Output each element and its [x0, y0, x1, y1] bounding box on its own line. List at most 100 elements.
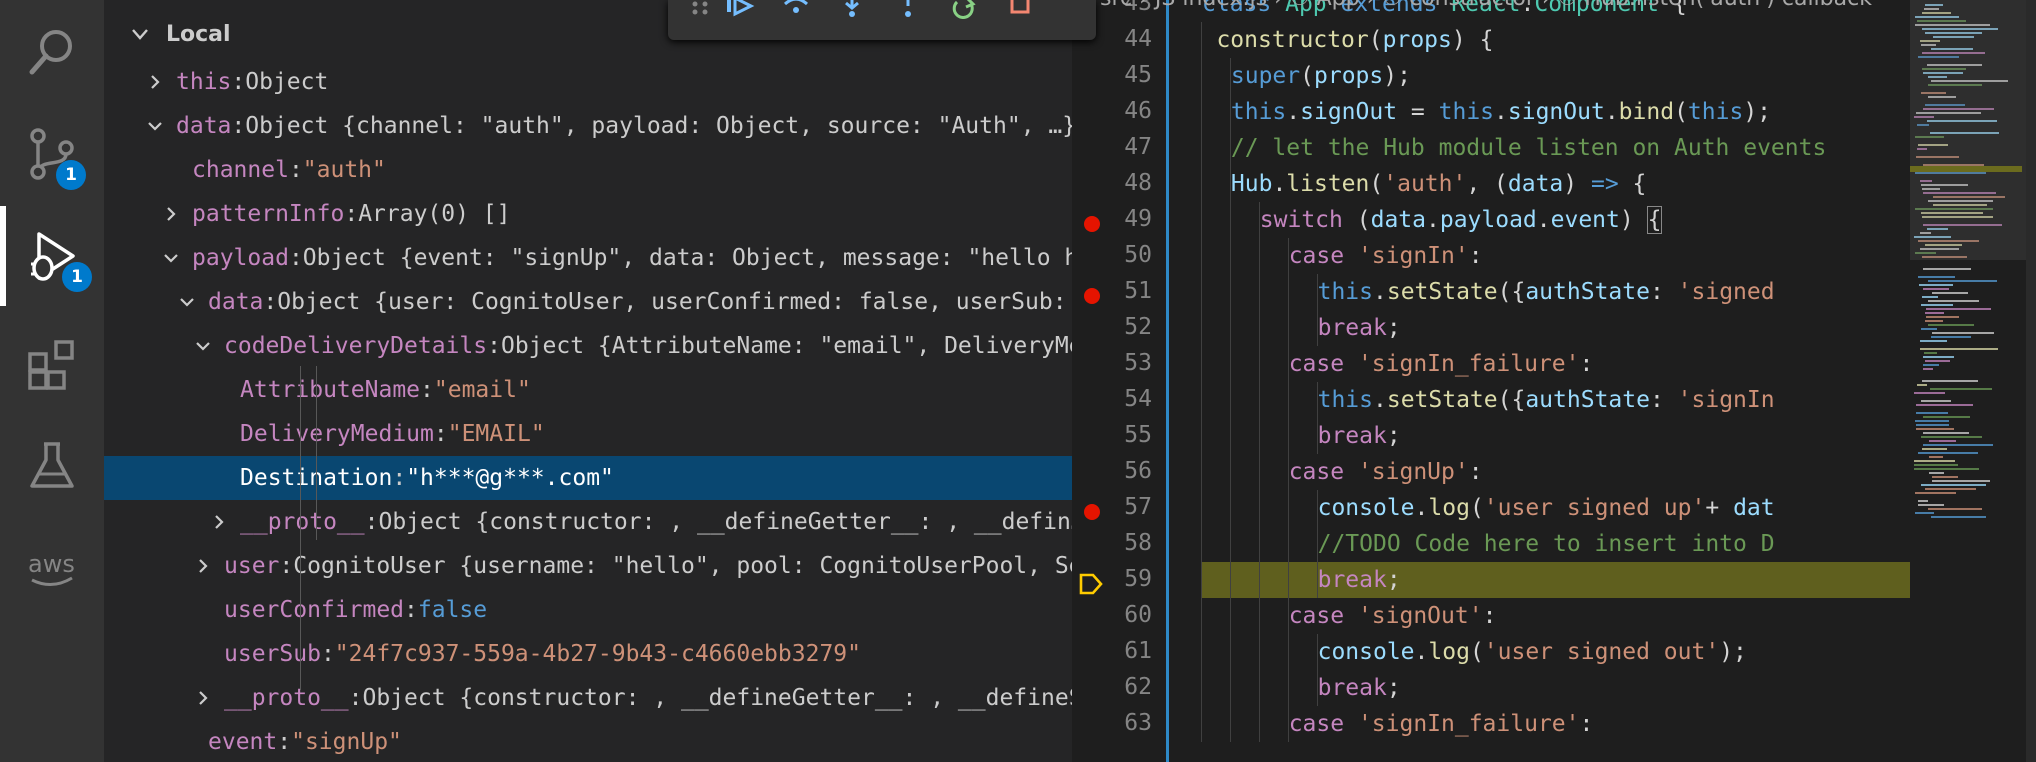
breakpoint-icon[interactable] — [1084, 288, 1100, 304]
code-line[interactable]: console.log('user signed out'); — [1202, 634, 1747, 670]
testing-activity[interactable] — [0, 416, 104, 516]
variable-row[interactable]: payload: Object {event: "signUp", data: … — [104, 236, 1072, 280]
code-token: : — [1579, 351, 1594, 377]
minimap-code-line — [1915, 492, 1956, 494]
minimap[interactable] — [1910, 0, 2036, 762]
minimap-code-line — [1921, 328, 1937, 330]
chevron-down-icon[interactable] — [178, 293, 196, 311]
variable-name: AttributeName — [240, 377, 421, 403]
code-line[interactable]: break; — [1202, 670, 1401, 706]
chevron-right-icon[interactable] — [210, 513, 228, 531]
code-token: ); — [1719, 639, 1747, 665]
code-line[interactable]: console.log('user signed up'+ dat — [1202, 490, 1775, 526]
code-line[interactable]: break; — [1202, 562, 1401, 598]
code-line[interactable]: this.setState({authState: 'signIn — [1202, 382, 1775, 418]
code-line[interactable]: switch (data.payload.event) { — [1202, 202, 1663, 238]
variable-row[interactable]: data: Object {user: CognitoUser, userCon… — [104, 280, 1072, 324]
code-line[interactable]: // let the Hub module listen on Auth eve… — [1202, 130, 1826, 166]
variable-row[interactable]: patternInfo: Array(0) [] — [104, 192, 1072, 236]
minimap-code-line — [1923, 444, 1993, 446]
code-line[interactable]: this.signOut = this.signOut.bind(this); — [1202, 94, 1771, 130]
variable-row[interactable]: codeDeliveryDetails: Object {AttributeNa… — [104, 324, 1072, 368]
code-line[interactable]: constructor(props) { — [1202, 22, 1493, 58]
chevron-right-icon[interactable] — [146, 73, 164, 91]
breadcrumb[interactable]: src › JS index.js › ☉ App › ☉ constructo… — [1100, 0, 2036, 14]
minimap-code-line — [1922, 448, 1947, 450]
code-line[interactable]: this.setState({authState: 'signed — [1202, 274, 1775, 310]
minimap-code-line — [1928, 300, 1979, 302]
chevron-right-icon[interactable] — [194, 557, 212, 575]
editor-gutter[interactable]: 43 44 45 46 47 48 49 50 51 52 53 54 55 56 57 58 59 60 61 62… — [1072, 0, 1166, 762]
code-line[interactable]: case 'signUp': — [1202, 454, 1483, 490]
variable-row[interactable]: event: "signUp" — [104, 720, 1072, 762]
vertical-scrollbar[interactable] — [2026, 0, 2036, 762]
code-editor[interactable]: class App extends React.Component {const… — [1166, 0, 1910, 762]
chevron-right-icon[interactable] — [194, 689, 212, 707]
drag-grip-icon[interactable] — [688, 0, 712, 30]
variable-row[interactable]: userSub: "24f7c937-559a-4b27-9b43-c4660e… — [104, 632, 1072, 676]
code-line[interactable]: Hub.listen('auth', (data) => { — [1202, 166, 1647, 202]
line-number: 44 — [1124, 26, 1152, 52]
debug-badge: 1 — [62, 262, 92, 292]
minimap-code-line — [1915, 512, 1934, 514]
variable-row[interactable]: channel: "auth" — [104, 148, 1072, 192]
code-line[interactable]: break; — [1202, 310, 1401, 346]
code-line[interactable]: case 'signIn_failure': — [1202, 346, 1594, 382]
stop-button[interactable] — [992, 0, 1048, 30]
variable-row[interactable]: user: CognitoUser {username: "hello", po… — [104, 544, 1072, 588]
variable-name: channel — [192, 157, 289, 183]
code-line[interactable]: super(props); — [1202, 58, 1411, 94]
variable-row[interactable]: __proto__: Object {constructor: , __defi… — [104, 500, 1072, 544]
run-debug-activity[interactable]: 1 — [0, 206, 104, 306]
code-token: ( — [1469, 495, 1484, 521]
line-number: 55 — [1124, 422, 1152, 448]
code-token: break — [1317, 567, 1387, 593]
code-line[interactable]: //TODO Code here to insert into D — [1202, 526, 1775, 562]
variable-row[interactable]: this: Object — [104, 60, 1072, 104]
minimap-code-line — [1923, 432, 1969, 434]
variable-value: Object {constructor: , __defineGetter__:… — [378, 509, 1072, 535]
code-token: 'auth' — [1383, 171, 1467, 197]
chevron-down-icon[interactable] — [162, 249, 180, 267]
minimap-slider[interactable] — [1910, 0, 2036, 260]
variable-row[interactable]: userConfirmed: false — [104, 588, 1072, 632]
chevron-down-icon[interactable] — [146, 117, 164, 135]
line-number: 63 — [1124, 710, 1152, 736]
stop-icon — [1010, 0, 1030, 14]
restart-button[interactable] — [936, 0, 992, 30]
code-line[interactable]: case 'signOut': — [1202, 598, 1497, 634]
code-token: ({ — [1497, 279, 1526, 305]
minimap-code-line — [1925, 488, 1976, 490]
variable-row-selected[interactable]: Destination: "h***@g***.com" — [104, 456, 1072, 500]
code-token: . — [1414, 495, 1429, 521]
minimap-code-line — [1924, 352, 1937, 354]
minimap-code-line — [1922, 296, 1938, 298]
minimap-code-line — [1923, 364, 1939, 366]
variable-row[interactable]: DeliveryMedium: "EMAIL" — [104, 412, 1072, 456]
step-over-button[interactable] — [768, 0, 824, 30]
variable-row[interactable]: data: Object {channel: "auth", payload: … — [104, 104, 1072, 148]
variable-row[interactable]: AttributeName: "email" — [104, 368, 1072, 412]
aws-activity[interactable]: aws — [0, 516, 104, 616]
minimap-code-line — [1916, 412, 1948, 414]
breakpoint-icon[interactable] — [1084, 216, 1100, 232]
breakpoint-icon[interactable] — [1084, 504, 1100, 520]
minimap-code-line — [1931, 516, 1986, 518]
line-number: 54 — [1124, 386, 1152, 412]
code-token: signOut — [1507, 99, 1605, 125]
variable-row[interactable]: __proto__: Object {constructor: , __defi… — [104, 676, 1072, 720]
code-line[interactable]: break; — [1202, 418, 1401, 454]
line-number: 45 — [1124, 62, 1152, 88]
minimap-code-line — [1918, 452, 1978, 454]
step-into-button[interactable] — [824, 0, 880, 30]
chevron-down-icon[interactable] — [194, 337, 212, 355]
variable-name: data — [176, 113, 232, 139]
step-out-button[interactable] — [880, 0, 936, 30]
continue-button[interactable] — [712, 0, 768, 30]
search-activity[interactable] — [0, 2, 104, 102]
source-control-activity[interactable]: 1 — [0, 104, 104, 204]
code-line[interactable]: case 'signIn_failure': — [1202, 706, 1594, 742]
extensions-activity[interactable] — [0, 316, 104, 416]
chevron-right-icon[interactable] — [162, 205, 180, 223]
code-line[interactable]: case 'signIn': — [1202, 238, 1483, 274]
